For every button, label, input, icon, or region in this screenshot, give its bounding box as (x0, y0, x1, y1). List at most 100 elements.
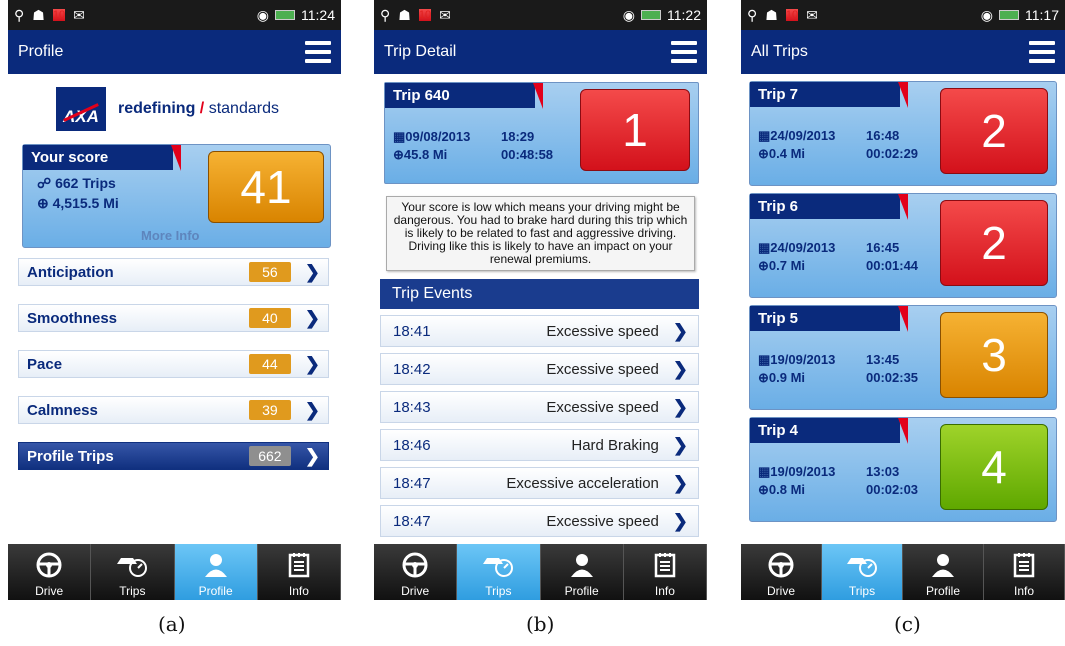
trip-score: 2 (940, 200, 1048, 286)
phone-trip-detail: ⚲ ☗ 10 ✉ ◉ 11:22 Trip Detail Trip 640 ▦09/08… (374, 0, 707, 600)
page-title: Trip Detail (384, 43, 457, 60)
metric-value-badge: 662 (248, 446, 291, 466)
tab-trips[interactable]: Trips (91, 544, 175, 600)
profile-icon (569, 552, 595, 584)
status-bar: ⚲ ☗ 10 ✉ ◉ 11:22 (374, 0, 707, 30)
tab-profile[interactable]: Profile (174, 544, 258, 600)
calendar-icon: ▦ (758, 464, 771, 479)
trip-distance-row: ⊕0.7 Mi 00:01:44 (758, 258, 919, 273)
calendar-icon: ▦ (758, 352, 771, 367)
chevron-right-icon: ❯ (304, 399, 320, 420)
caption-c: (c) (894, 612, 921, 636)
tab-label: Trips (485, 584, 512, 598)
axa-logo: AXA (56, 87, 106, 131)
metric-label: Pace (27, 355, 63, 373)
page-title: Profile (18, 43, 64, 60)
metric-row[interactable]: Anticipation 56 ❯ (18, 258, 329, 286)
tab-label: Drive (766, 584, 795, 598)
trip-event-row[interactable]: 18:42 Excessive speed ❯ (380, 353, 699, 385)
trip-card[interactable]: Trip 4 ▦19/09/2013 13:03 ⊕0.8 Mi 00:02:03 4 (749, 417, 1057, 522)
android-icon: ☗ (398, 6, 411, 23)
battery-icon (275, 10, 295, 20)
tab-info[interactable]: Info (258, 544, 341, 600)
metric-row[interactable]: Pace 44 ❯ (18, 350, 329, 378)
event-description: Excessive acceleration (506, 474, 659, 492)
info-icon (654, 552, 676, 584)
metric-row[interactable]: Profile Trips 662 ❯ (18, 442, 329, 470)
more-info-link[interactable]: More Info (141, 228, 200, 243)
trip-event-row[interactable]: 18:41 Excessive speed ❯ (380, 315, 699, 347)
phone-profile: ⚲ ☗ 10 ✉ ◉ 11:24 Profile AXA redefining / st… (8, 0, 341, 600)
metric-value-badge: 44 (248, 354, 291, 374)
usb-icon: ⚲ (380, 6, 391, 23)
event-description: Excessive speed (546, 360, 659, 378)
trip-date-row: ▦24/09/2013 16:45 (758, 240, 900, 255)
drive-icon (768, 552, 794, 584)
mail-icon: ✉ (439, 6, 451, 23)
signal-badge: 10 (418, 9, 432, 21)
android-icon: ☗ (765, 6, 778, 23)
metric-row[interactable]: Smoothness 40 ❯ (18, 304, 329, 332)
trip-event-row[interactable]: 18:43 Excessive speed ❯ (380, 391, 699, 423)
trip-event-row[interactable]: 18:46 Hard Braking ❯ (380, 429, 699, 461)
steering-wheel-icon: ⊕ (758, 370, 769, 385)
event-description: Excessive speed (546, 512, 659, 530)
trip-events-header: Trip Events (380, 279, 699, 309)
tab-trips[interactable]: Trips (457, 544, 541, 600)
tab-info[interactable]: Info (984, 544, 1065, 600)
trip-score: 1 (580, 89, 690, 171)
trip-event-row[interactable]: 18:47 Excessive acceleration ❯ (380, 467, 699, 499)
brand-header: AXA redefining / standards (8, 74, 341, 134)
trip-date-row: ▦09/08/2013 18:29 (393, 129, 535, 144)
tab-profile[interactable]: Profile (541, 544, 624, 600)
tab-trips[interactable]: Trips (822, 544, 903, 600)
metric-row[interactable]: Calmness 39 ❯ (18, 396, 329, 424)
chevron-right-icon: ❯ (304, 445, 320, 466)
info-icon (288, 552, 310, 584)
tab-drive[interactable]: Drive (374, 544, 458, 600)
profile-icon (203, 552, 229, 584)
event-time: 18:41 (393, 322, 431, 340)
drive-icon (402, 552, 428, 584)
clock: 11:24 (301, 7, 335, 23)
tab-info[interactable]: Info (624, 544, 707, 600)
metric-label: Calmness (27, 401, 98, 419)
trip-title: Trip 6 (750, 194, 908, 220)
page-title: All Trips (751, 43, 808, 60)
trip-title: Trip 7 (750, 82, 908, 108)
event-time: 18:47 (393, 512, 431, 530)
overall-score: 41 (208, 151, 324, 223)
event-description: Excessive speed (546, 398, 659, 416)
trip-event-row[interactable]: 18:47 Excessive speed ❯ (380, 505, 699, 537)
title-bar: Trip Detail (374, 30, 707, 74)
tab-bar: Drive Trips Profile Info (741, 544, 1065, 600)
clock: 11:17 (1025, 7, 1059, 23)
trip-distance-row: ⊕0.9 Mi 00:02:35 (758, 370, 919, 385)
trips-count: ☍ 662 Trips (37, 175, 116, 191)
event-time: 18:46 (393, 436, 431, 454)
event-time: 18:43 (393, 398, 431, 416)
calendar-icon: ▦ (758, 128, 771, 143)
battery-icon (999, 10, 1019, 20)
calendar-icon: ▦ (758, 240, 771, 255)
score-card[interactable]: Your score ☍ 662 Trips ⊕ 4,515.5 Mi More… (22, 144, 331, 248)
tab-profile[interactable]: Profile (903, 544, 984, 600)
event-time: 18:42 (393, 360, 431, 378)
trip-card[interactable]: Trip 5 ▦19/09/2013 13:45 ⊕0.9 Mi 00:02:35 3 (749, 305, 1057, 410)
tab-drive[interactable]: Drive (741, 544, 822, 600)
trip-distance-row: ⊕0.8 Mi 00:02:03 (758, 482, 919, 497)
menu-icon[interactable] (305, 41, 331, 63)
trip-card[interactable]: Trip 6 ▦24/09/2013 16:45 ⊕0.7 Mi 00:01:44 2 (749, 193, 1057, 298)
trip-date-row: ▦24/09/2013 16:48 (758, 128, 900, 143)
tab-drive[interactable]: Drive (8, 544, 92, 600)
metric-value-badge: 40 (248, 308, 291, 328)
metric-label: Smoothness (27, 309, 118, 327)
menu-icon[interactable] (671, 41, 697, 63)
profile-icon (930, 552, 956, 584)
trip-card[interactable]: Trip 7 ▦24/09/2013 16:48 ⊕0.4 Mi 00:02:29 2 (749, 81, 1057, 186)
caption-a: (a) (158, 612, 186, 636)
menu-icon[interactable] (1029, 41, 1055, 63)
event-time: 18:47 (393, 474, 431, 492)
trip-score: 3 (940, 312, 1048, 398)
metric-label: Anticipation (27, 263, 114, 281)
